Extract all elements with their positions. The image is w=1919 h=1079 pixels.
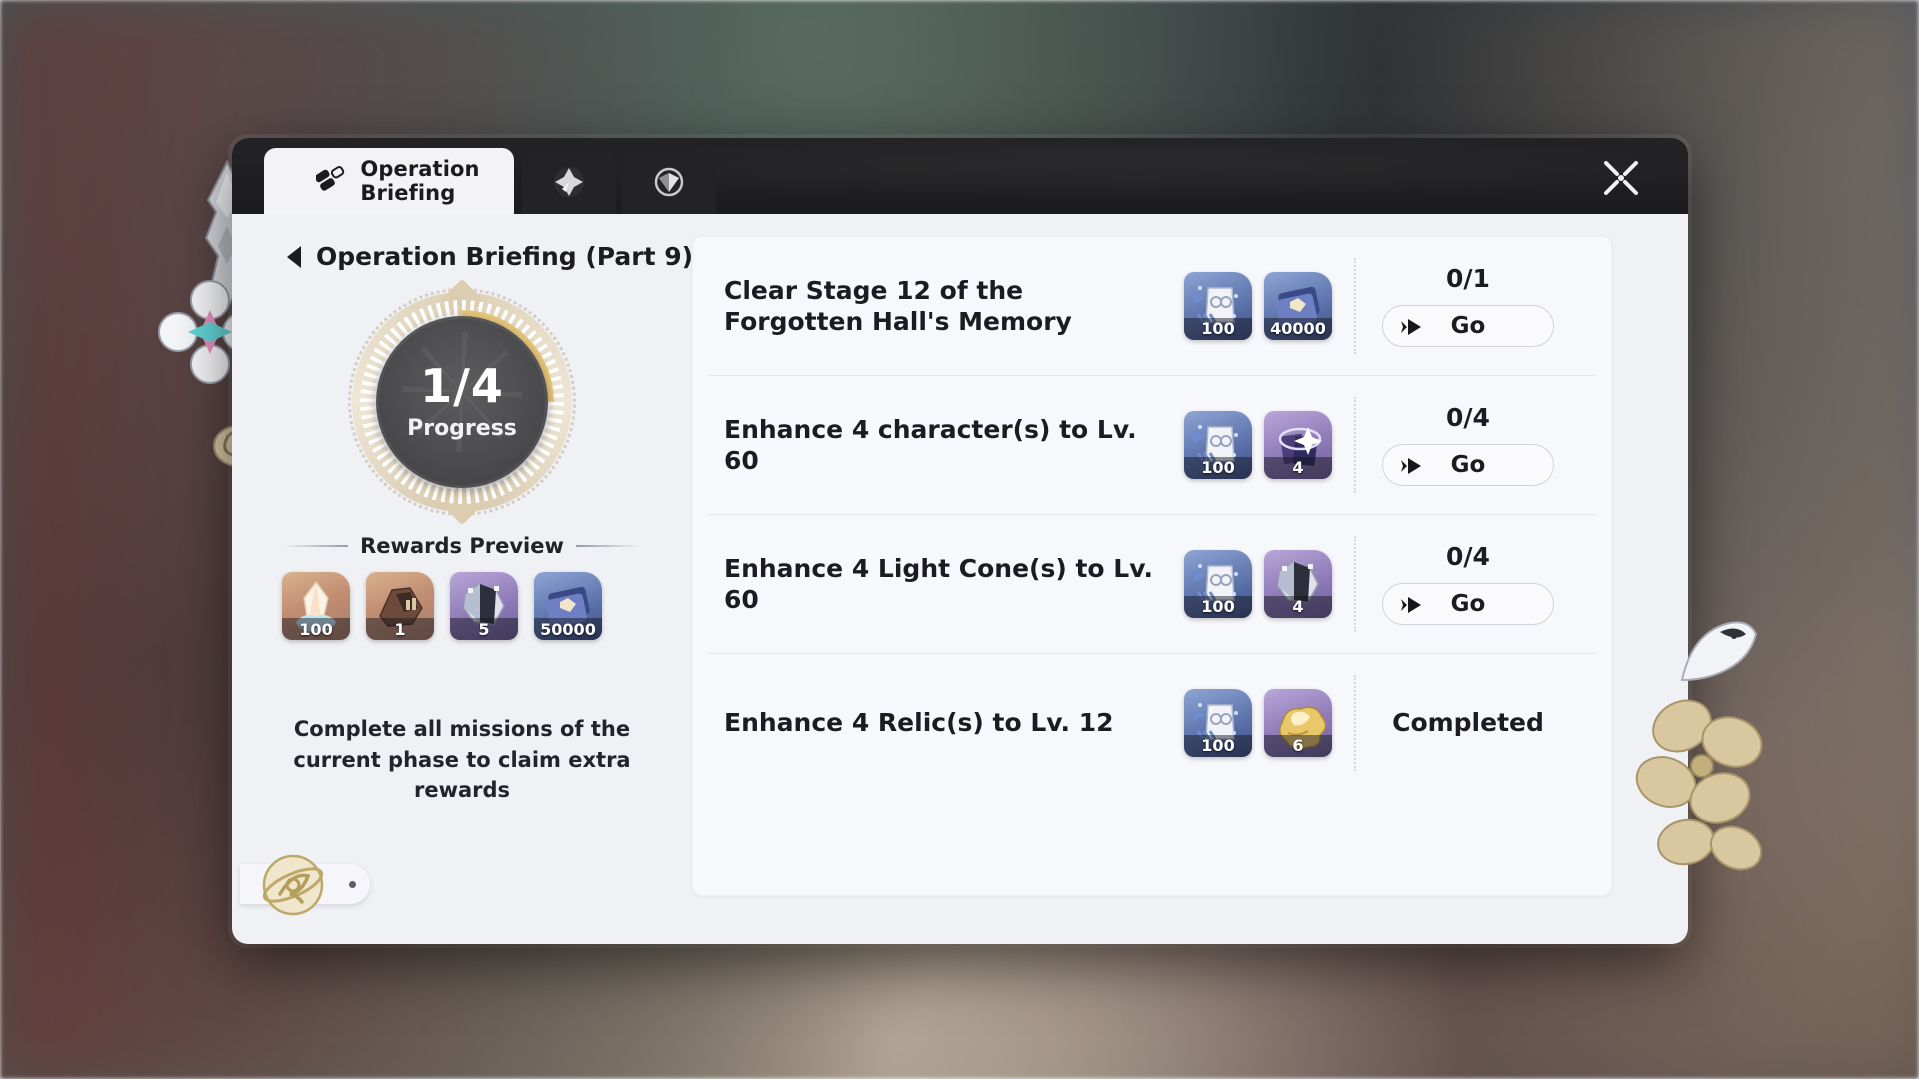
rule-left <box>282 545 348 547</box>
item-quantity: 100 <box>1184 457 1252 479</box>
go-button[interactable]: Go <box>1382 305 1554 347</box>
slider-dot-icon <box>349 881 356 888</box>
back-arrow-icon <box>284 244 306 270</box>
mission-completed-label: Completed <box>1392 708 1544 737</box>
modal-titlebar: Operation Briefing <box>232 138 1688 214</box>
mission-title: Enhance 4 Light Cone(s) to Lv. 60 <box>724 553 1184 615</box>
mission-counter: 0/4 <box>1446 542 1490 571</box>
dial-face: 1/4 Progress <box>376 316 548 488</box>
extra-rewards-note: Complete all missions of the current pha… <box>272 714 652 806</box>
reward-preview-item[interactable]: 50000 <box>534 572 602 640</box>
item-quantity: 4 <box>1264 457 1332 479</box>
mission-rewards: 100 6 <box>1184 689 1332 757</box>
mission-reward-item[interactable]: 100 <box>1184 411 1252 479</box>
mission-divider <box>1354 397 1356 493</box>
mission-rewards: 100 4 <box>1184 550 1332 618</box>
rewards-preview-title: Rewards Preview <box>360 534 564 558</box>
mission-row: Enhance 4 Light Cone(s) to Lv. 60 100 4 0… <box>692 514 1612 653</box>
mission-divider <box>1354 675 1356 771</box>
go-button-label: Go <box>1451 591 1486 617</box>
item-quantity: 100 <box>1184 596 1252 618</box>
mission-rewards: 100 4 <box>1184 411 1332 479</box>
rule-right <box>576 545 642 547</box>
mission-reward-item[interactable]: 100 <box>1184 689 1252 757</box>
mission-reward-item[interactable]: 6 <box>1264 689 1332 757</box>
item-quantity: 50000 <box>534 618 602 640</box>
mission-title: Clear Stage 12 of the Forgotten Hall's M… <box>724 275 1184 337</box>
tab-label-line2: Briefing <box>360 181 479 205</box>
nameless-honor-emblem-icon <box>552 165 586 199</box>
reward-preview-item[interactable]: 1 <box>366 572 434 640</box>
mission-title: Enhance 4 character(s) to Lv. 60 <box>724 414 1184 476</box>
mission-reward-item[interactable]: 40000 <box>1264 272 1332 340</box>
mission-counter: 0/1 <box>1446 264 1490 293</box>
mission-title: Enhance 4 Relic(s) to Lv. 12 <box>724 707 1184 738</box>
mission-status: 0/4 Go <box>1378 542 1558 625</box>
item-quantity: 5 <box>450 618 518 640</box>
item-quantity: 100 <box>282 618 350 640</box>
item-quantity: 4 <box>1264 596 1332 618</box>
go-arrow-icon <box>1401 594 1427 616</box>
progress-caption: Progress <box>407 416 517 441</box>
tab-operation-briefing[interactable]: Operation Briefing <box>264 148 514 214</box>
mission-divider <box>1354 258 1356 354</box>
item-quantity: 6 <box>1264 735 1332 757</box>
item-quantity: 100 <box>1184 318 1252 340</box>
go-button-label: Go <box>1451 452 1486 478</box>
reward-preview-item[interactable]: 5 <box>450 572 518 640</box>
breadcrumb-label: Operation Briefing (Part 9) <box>316 242 693 271</box>
mission-reward-item[interactable]: 100 <box>1184 272 1252 340</box>
reward-preview-item[interactable]: 100 <box>282 572 350 640</box>
mission-reward-item[interactable]: 4 <box>1264 411 1332 479</box>
mission-status: 0/1 Go <box>1378 264 1558 347</box>
tab-label-line1: Operation <box>360 157 479 181</box>
progress-dial: 1/4 Progress <box>352 292 572 512</box>
mission-status: Completed <box>1378 708 1558 737</box>
mission-row: Clear Stage 12 of the Forgotten Hall's M… <box>692 236 1612 375</box>
briefing-cards-icon <box>316 164 350 198</box>
mission-reward-item[interactable]: 4 <box>1264 550 1332 618</box>
mission-rewards: 100 40000 <box>1184 272 1332 340</box>
go-arrow-icon <box>1401 455 1427 477</box>
mission-row: Enhance 4 Relic(s) to Lv. 12 100 6 Comple… <box>692 653 1612 792</box>
mission-counter: 0/4 <box>1446 403 1490 432</box>
mission-row: Enhance 4 character(s) to Lv. 60 100 4 0/… <box>692 375 1612 514</box>
mission-reward-item[interactable]: 100 <box>1184 550 1252 618</box>
mission-divider <box>1354 536 1356 632</box>
left-panel: Operation Briefing (Part 9) 1/4 Progress… <box>232 214 692 944</box>
rewards-preview-list: 100 1 5 50000 <box>282 572 602 640</box>
item-quantity: 40000 <box>1264 318 1332 340</box>
trailblaze-arrow-icon <box>652 165 686 199</box>
close-button[interactable] <box>1590 150 1652 206</box>
mission-list: Clear Stage 12 of the Forgotten Hall's M… <box>692 236 1612 896</box>
planet-emblem-icon[interactable] <box>260 852 326 918</box>
breadcrumb-back[interactable]: Operation Briefing (Part 9) <box>284 242 693 271</box>
tab-trailblaze-mission[interactable] <box>622 150 716 214</box>
item-quantity: 1 <box>366 618 434 640</box>
rewards-preview-header: Rewards Preview <box>282 534 642 558</box>
tab-nameless-honor[interactable] <box>522 150 616 214</box>
item-quantity: 100 <box>1184 735 1252 757</box>
operation-briefing-modal: Operation Briefing <box>232 138 1688 944</box>
go-button-label: Go <box>1451 313 1486 339</box>
progress-value: 1/4 <box>420 363 504 409</box>
close-x-icon <box>1598 155 1644 201</box>
mission-status: 0/4 Go <box>1378 403 1558 486</box>
modal-body: Operation Briefing (Part 9) 1/4 Progress… <box>232 214 1688 944</box>
go-button[interactable]: Go <box>1382 583 1554 625</box>
go-arrow-icon <box>1401 316 1427 338</box>
go-button[interactable]: Go <box>1382 444 1554 486</box>
